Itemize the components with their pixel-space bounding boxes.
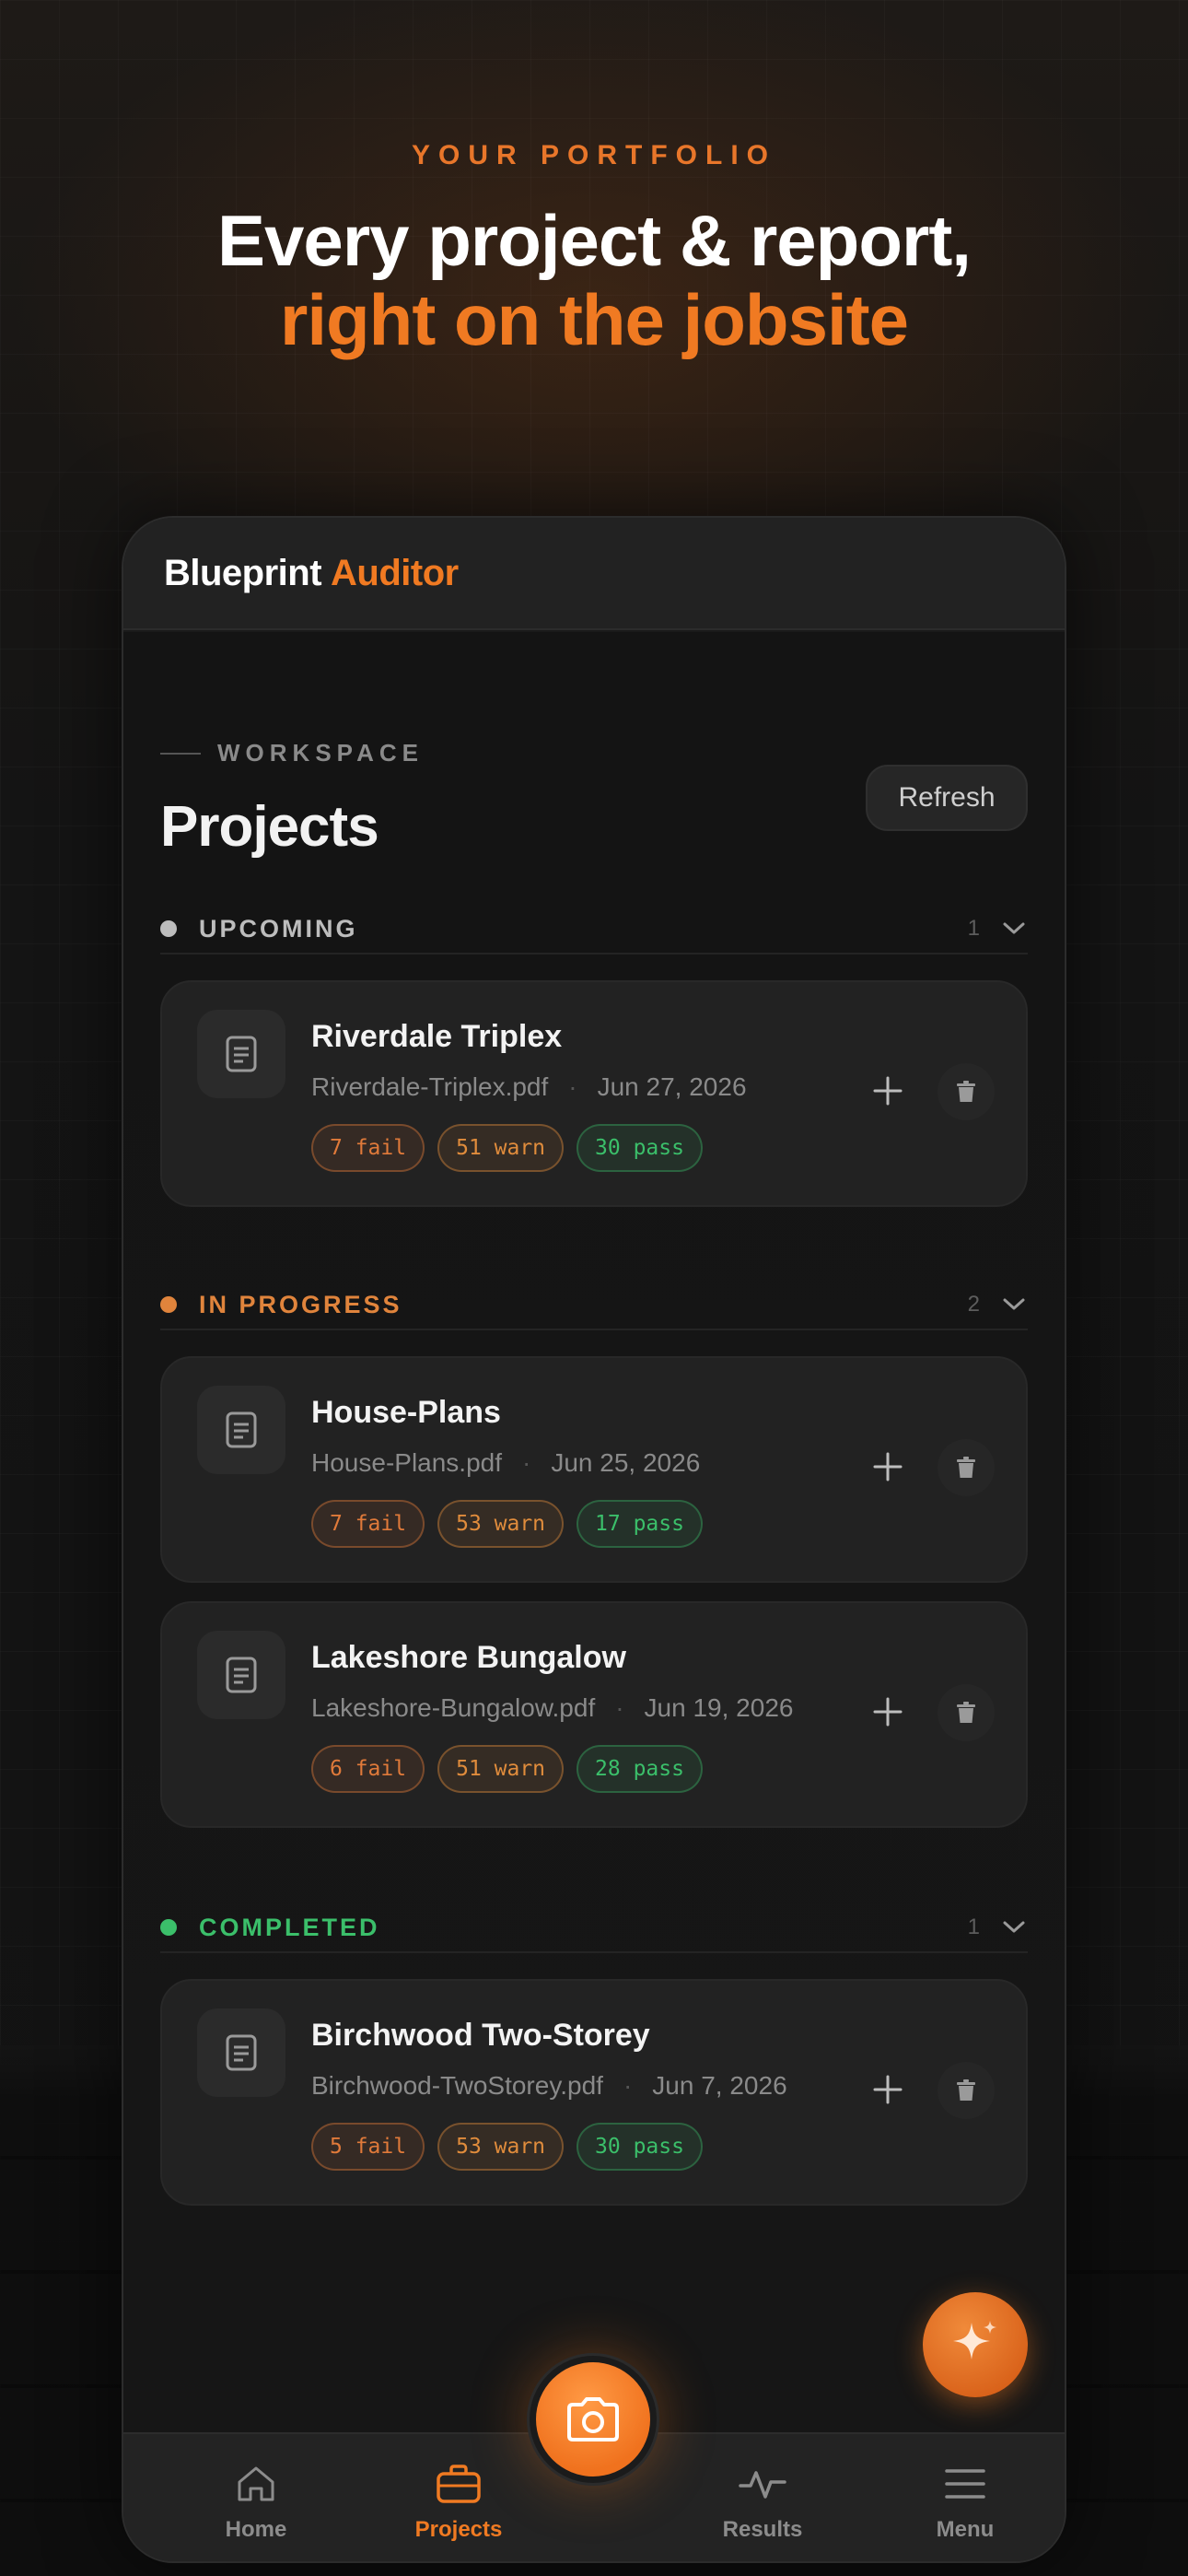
section-header-upcoming[interactable]: UPCOMING 1 xyxy=(160,905,1028,954)
section-header-in-progress[interactable]: IN PROGRESS 2 xyxy=(160,1281,1028,1330)
workspace-label: WORKSPACE xyxy=(217,739,424,767)
tab-projects[interactable]: Projects xyxy=(385,2458,532,2543)
trash-icon[interactable] xyxy=(938,2062,995,2119)
pass-badge: 17 pass xyxy=(577,1500,703,1548)
project-meta: Lakeshore-Bungalow.pdf · Jun 19, 2026 xyxy=(311,1693,793,1723)
tab-menu[interactable]: Menu xyxy=(891,2458,1039,2543)
tab-label: Menu xyxy=(936,2517,995,2542)
chevron-down-icon[interactable] xyxy=(1000,1291,1028,1318)
page-title: Projects xyxy=(160,795,379,859)
project-name: Birchwood Two-Storey xyxy=(311,2018,650,2053)
hero-eyebrow: YOUR PORTFOLIO xyxy=(412,140,776,170)
project-card[interactable]: Lakeshore Bungalow Lakeshore-Bungalow.pd… xyxy=(160,1601,1028,1828)
pass-badge: 28 pass xyxy=(577,1745,703,1793)
project-file: Lakeshore-Bungalow.pdf xyxy=(311,1693,596,1722)
hero-headline-line2: right on the jobsite xyxy=(280,279,909,360)
pass-badge: 30 pass xyxy=(577,2123,703,2171)
pass-badge: 30 pass xyxy=(577,1124,703,1172)
section-count: 2 xyxy=(967,1292,980,1317)
project-name: House-Plans xyxy=(311,1395,501,1430)
workspace-eyebrow: WORKSPACE xyxy=(160,739,424,767)
camera-icon xyxy=(536,2362,650,2476)
result-pills: 6 fail 51 warn 28 pass xyxy=(311,1745,703,1793)
warn-badge: 53 warn xyxy=(437,2123,565,2171)
warn-badge: 53 warn xyxy=(437,1500,565,1548)
project-file: Birchwood-TwoStorey.pdf xyxy=(311,2071,603,2100)
fail-badge: 5 fail xyxy=(311,2123,425,2171)
status-dot xyxy=(160,1296,177,1313)
tab-label: Projects xyxy=(414,2517,503,2542)
section-label: IN PROGRESS xyxy=(199,1290,402,1318)
project-meta: House-Plans.pdf · Jun 25, 2026 xyxy=(311,1448,700,1478)
result-pills: 7 fail 51 warn 30 pass xyxy=(311,1124,703,1172)
refresh-button[interactable]: Refresh xyxy=(866,765,1028,831)
project-name: Riverdale Triplex xyxy=(311,1019,563,1054)
chevron-down-icon[interactable] xyxy=(1000,915,1028,943)
document-icon xyxy=(197,1631,285,1719)
plus-icon[interactable] xyxy=(862,1065,914,1117)
sparkle-icon xyxy=(948,2315,1003,2375)
project-card[interactable]: Riverdale Triplex Riverdale-Triplex.pdf ·… xyxy=(160,980,1028,1207)
app-header: Blueprint Auditor xyxy=(123,518,1065,630)
meta-separator: · xyxy=(615,1693,624,1722)
project-card[interactable]: House-Plans House-Plans.pdf · Jun 25, 2026… xyxy=(160,1356,1028,1583)
section-count: 1 xyxy=(967,916,980,941)
brand-accent: Auditor xyxy=(331,552,459,593)
hero-headline-line1: Every project & report, xyxy=(217,200,972,281)
document-icon xyxy=(197,1386,285,1474)
warn-badge: 51 warn xyxy=(437,1745,565,1793)
result-pills: 5 fail 53 warn 30 pass xyxy=(311,2123,703,2171)
project-meta: Birchwood-TwoStorey.pdf · Jun 7, 2026 xyxy=(311,2071,787,2101)
project-date: Jun 19, 2026 xyxy=(644,1693,794,1722)
activity-icon xyxy=(689,2458,836,2510)
menu-icon xyxy=(891,2458,1039,2510)
trash-icon[interactable] xyxy=(938,1439,995,1496)
brand-name: Blueprint xyxy=(164,552,322,593)
plus-icon[interactable] xyxy=(862,1686,914,1738)
ai-assistant-button[interactable] xyxy=(923,2292,1028,2397)
tab-results[interactable]: Results xyxy=(689,2458,836,2543)
meta-separator: · xyxy=(522,1448,531,1477)
section-count: 1 xyxy=(967,1914,980,1939)
document-icon xyxy=(197,1010,285,1098)
project-name: Lakeshore Bungalow xyxy=(311,1640,626,1675)
status-dot xyxy=(160,1919,177,1936)
tab-home[interactable]: Home xyxy=(182,2458,330,2543)
project-file: House-Plans.pdf xyxy=(311,1448,503,1477)
document-icon xyxy=(197,2008,285,2097)
plus-icon[interactable] xyxy=(862,2064,914,2115)
fail-badge: 7 fail xyxy=(311,1500,425,1548)
hero-headline: Every project & report, right on the job… xyxy=(0,201,1188,359)
project-card[interactable]: Birchwood Two-Storey Birchwood-TwoStorey… xyxy=(160,1979,1028,2206)
tab-label: Home xyxy=(225,2517,287,2542)
status-dot xyxy=(160,920,177,937)
result-pills: 7 fail 53 warn 17 pass xyxy=(311,1500,703,1548)
plus-icon[interactable] xyxy=(862,1441,914,1493)
projects-screen[interactable]: WORKSPACE Projects Refresh UPCOMING 1 Ri… xyxy=(123,632,1065,2432)
project-file: Riverdale-Triplex.pdf xyxy=(311,1072,549,1101)
phone-frame: Blueprint Auditor WORKSPACE Projects Ref… xyxy=(122,516,1066,2563)
project-meta: Riverdale-Triplex.pdf · Jun 27, 2026 xyxy=(311,1072,747,1102)
project-date: Jun 25, 2026 xyxy=(551,1448,701,1477)
eyebrow-dash xyxy=(160,752,201,755)
section-header-completed[interactable]: COMPLETED 1 xyxy=(160,1903,1028,1953)
project-date: Jun 7, 2026 xyxy=(652,2071,787,2100)
section-label: UPCOMING xyxy=(199,914,358,943)
fail-badge: 7 fail xyxy=(311,1124,425,1172)
trash-icon[interactable] xyxy=(938,1063,995,1120)
briefcase-icon xyxy=(385,2458,532,2510)
meta-separator: · xyxy=(623,2071,633,2100)
section-label: COMPLETED xyxy=(199,1913,380,1941)
camera-capture-button[interactable] xyxy=(527,2353,659,2486)
trash-icon[interactable] xyxy=(938,1684,995,1741)
fail-badge: 6 fail xyxy=(311,1745,425,1793)
home-icon xyxy=(182,2458,330,2510)
chevron-down-icon[interactable] xyxy=(1000,1914,1028,1941)
warn-badge: 51 warn xyxy=(437,1124,565,1172)
tab-label: Results xyxy=(722,2517,803,2542)
meta-separator: · xyxy=(568,1072,577,1101)
project-date: Jun 27, 2026 xyxy=(597,1072,747,1101)
